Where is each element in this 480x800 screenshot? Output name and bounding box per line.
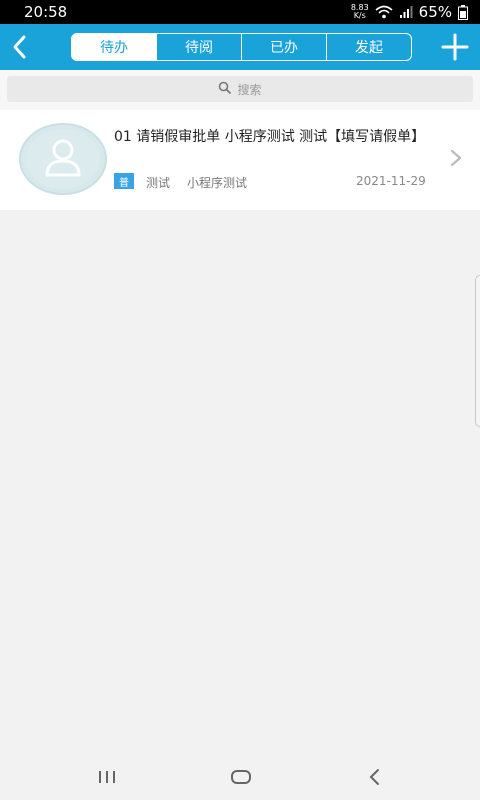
home-icon[interactable] (228, 766, 254, 788)
search-bar: 搜索 (0, 70, 480, 110)
app-header: 待办 待阅 已办 发起 (0, 24, 480, 70)
user-avatar-icon (19, 123, 107, 195)
chevron-right-icon (449, 148, 463, 168)
tab-todo[interactable]: 待办 (72, 34, 156, 60)
status-bar: 20:58 8.83 K/s 65% (0, 0, 480, 24)
signal-icon (399, 5, 413, 19)
item-meta-category: 测试 (146, 176, 171, 190)
list-item[interactable]: 01 请销假审批单 小程序测试 测试【填写请假单】 普 测试 小程序测试 202… (0, 110, 480, 210)
battery-icon (458, 4, 468, 20)
recent-apps-icon[interactable] (96, 766, 122, 788)
search-icon (218, 81, 232, 97)
item-meta-source: 小程序测试 (187, 176, 248, 190)
add-icon[interactable] (440, 32, 470, 62)
item-title: 01 请销假审批单 小程序测试 测试【填写请假单】 (114, 129, 426, 145)
tab-group: 待办 待阅 已办 发起 (71, 33, 412, 61)
net-speed: 8.83 K/s (350, 3, 369, 20)
search-input[interactable]: 搜索 (7, 76, 473, 102)
status-time: 20:58 (24, 3, 68, 21)
battery-percent: 65% (418, 3, 452, 21)
tab-to-read[interactable]: 待阅 (156, 34, 241, 60)
tab-done[interactable]: 已办 (241, 34, 326, 60)
priority-badge: 普 (114, 173, 134, 189)
wifi-icon (375, 5, 393, 19)
back-icon[interactable] (6, 32, 36, 62)
edge-panel-handle[interactable] (475, 275, 480, 427)
status-indicators: 8.83 K/s 65% (351, 3, 468, 21)
search-placeholder: 搜索 (237, 82, 262, 97)
system-nav-bar (0, 752, 480, 800)
tab-initiate[interactable]: 发起 (326, 34, 411, 60)
nav-back-icon[interactable] (362, 766, 388, 788)
item-date: 2021-11-29 (356, 174, 426, 188)
